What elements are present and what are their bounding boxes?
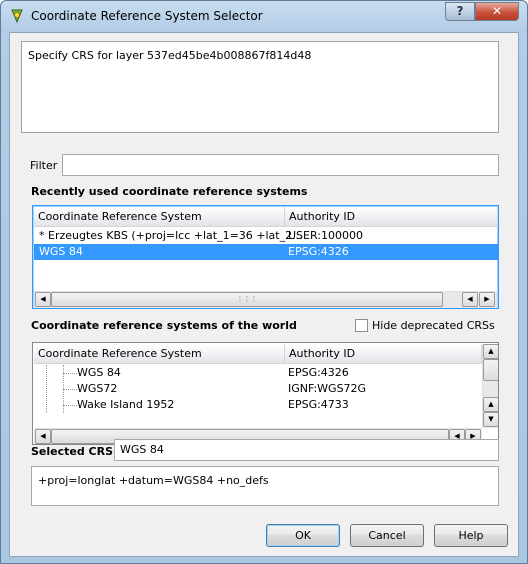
table-row-selected[interactable]: WGS 84 EPSG:4326 bbox=[34, 244, 498, 260]
table-row[interactable]: * Erzeugtes KBS (+proj=lcc +lat_1=36 +la… bbox=[34, 228, 498, 244]
crs-name: WGS 84 bbox=[39, 245, 83, 258]
table-row[interactable]: WGS72 IGNF:WGS72G bbox=[34, 381, 482, 397]
proj-definition-text: +proj=longlat +datum=WGS84 +no_defs bbox=[38, 474, 269, 487]
window-title: Coordinate Reference System Selector bbox=[31, 9, 263, 23]
table-row[interactable]: Wake Island 1952 EPSG:4733 bbox=[34, 397, 482, 413]
hide-deprecated-label: Hide deprecated CRSs bbox=[372, 319, 495, 332]
hide-deprecated-checkbox[interactable] bbox=[355, 319, 368, 332]
titlebar-help-button[interactable]: ? bbox=[445, 2, 475, 21]
column-header-crs[interactable]: Coordinate Reference System bbox=[34, 207, 285, 227]
table-row[interactable]: WGS 84 EPSG:4326 bbox=[34, 365, 482, 381]
cancel-button[interactable]: Cancel bbox=[350, 524, 424, 547]
authority-id: EPSG:4326 bbox=[288, 366, 349, 379]
message-text: Specify CRS for layer 537ed45be4b008867f… bbox=[28, 49, 312, 62]
help-button[interactable]: Help bbox=[434, 524, 508, 547]
world-crs-heading: Coordinate reference systems of the worl… bbox=[31, 319, 297, 332]
ok-button[interactable]: OK bbox=[266, 524, 340, 547]
crs-name: WGS72 bbox=[77, 382, 118, 395]
authority-id: IGNF:WGS72G bbox=[288, 382, 367, 395]
scroll-down-icon[interactable]: ▼ bbox=[483, 412, 498, 427]
filter-label: Filter bbox=[30, 159, 58, 172]
selected-crs-field: WGS 84 bbox=[114, 439, 499, 461]
filter-input[interactable] bbox=[62, 154, 499, 176]
horizontal-scrollbar[interactable]: ◀ ⋮⋮⋮ ◀ ▶ bbox=[34, 291, 497, 308]
scroll-left-icon[interactable]: ◀ bbox=[35, 429, 51, 444]
selected-crs-label: Selected CRS: bbox=[31, 445, 118, 458]
authority-id: USER:100000 bbox=[288, 229, 363, 242]
crs-name: Wake Island 1952 bbox=[77, 398, 175, 411]
question-icon: ? bbox=[456, 4, 464, 18]
column-header-authority[interactable]: Authority ID bbox=[285, 207, 498, 227]
close-icon: ✕ bbox=[491, 4, 503, 18]
scroll-thumb[interactable]: ⋮⋮⋮ bbox=[51, 292, 443, 307]
vertical-scrollbar[interactable]: ▲ ▲ ▼ bbox=[482, 344, 498, 428]
scroll-left-icon[interactable]: ◀ bbox=[35, 292, 51, 307]
scroll-thumb[interactable] bbox=[483, 359, 498, 381]
dialog-body: Specify CRS for layer 537ed45be4b008867f… bbox=[9, 32, 519, 557]
scroll-up-icon[interactable]: ▲ bbox=[483, 344, 498, 359]
authority-id: EPSG:4326 bbox=[288, 245, 349, 258]
message-box: Specify CRS for layer 537ed45be4b008867f… bbox=[21, 41, 499, 133]
world-crs-table[interactable]: Coordinate Reference System Authority ID… bbox=[32, 342, 499, 445]
crs-name: WGS 84 bbox=[77, 366, 121, 379]
scroll-right-icon[interactable]: ▶ bbox=[479, 292, 495, 307]
crs-name: * Erzeugtes KBS (+proj=lcc +lat_1=36 +la… bbox=[39, 229, 303, 242]
title-bar[interactable]: Coordinate Reference System Selector ? ✕ bbox=[1, 1, 527, 31]
proj-definition-box: +proj=longlat +datum=WGS84 +no_defs bbox=[31, 466, 499, 506]
titlebar-close-button[interactable]: ✕ bbox=[475, 2, 519, 21]
recent-crs-table[interactable]: Coordinate Reference System Authority ID… bbox=[32, 205, 499, 309]
recent-crs-heading: Recently used coordinate reference syste… bbox=[31, 185, 308, 198]
dialog-window: Coordinate Reference System Selector ? ✕… bbox=[0, 0, 528, 564]
scroll-left-icon[interactable]: ◀ bbox=[462, 292, 478, 307]
qgis-app-icon bbox=[11, 9, 23, 24]
authority-id: EPSG:4733 bbox=[288, 398, 349, 411]
column-header-crs[interactable]: Coordinate Reference System bbox=[34, 344, 285, 364]
column-header-authority[interactable]: Authority ID bbox=[285, 344, 482, 364]
scroll-up-icon[interactable]: ▲ bbox=[483, 397, 498, 412]
